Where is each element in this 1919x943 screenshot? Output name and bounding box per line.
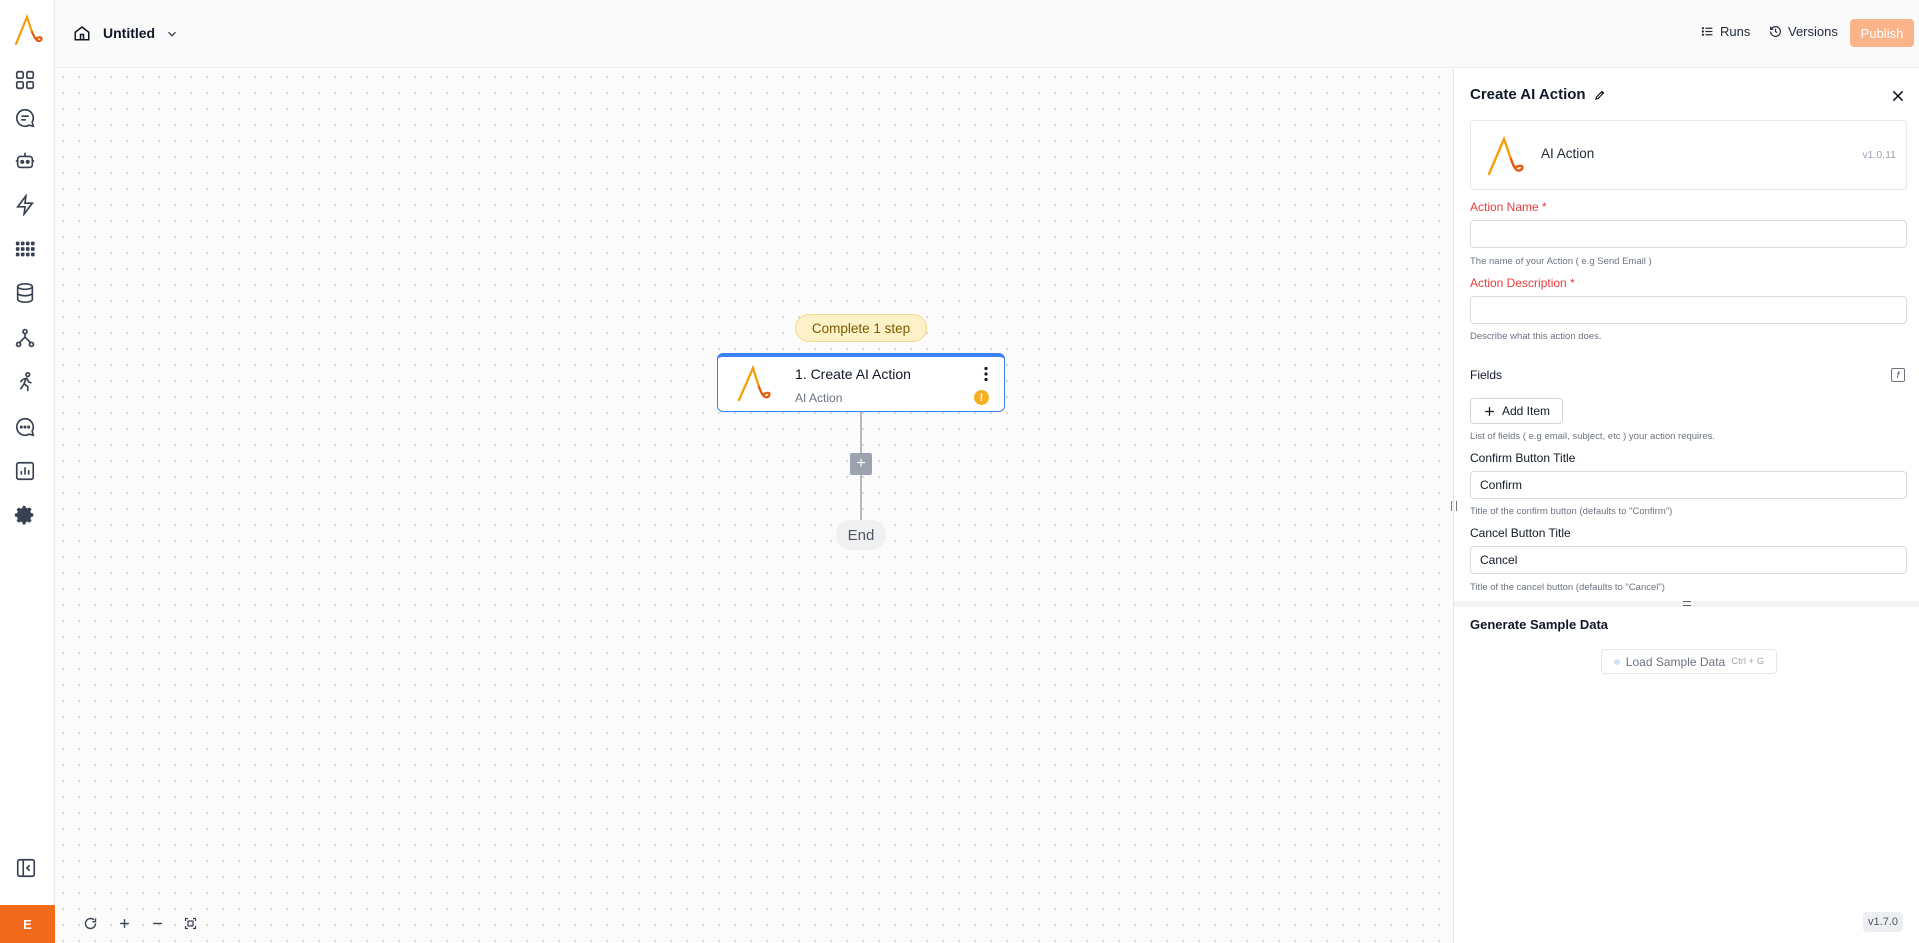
sample-data-title: Generate Sample Data <box>1470 617 1609 632</box>
versions-button[interactable]: Versions <box>1769 24 1838 39</box>
flow-icon[interactable] <box>13 326 37 350</box>
app-logo[interactable] <box>13 14 43 46</box>
piece-name: AI Action <box>1541 146 1595 161</box>
complete-steps-badge[interactable]: Complete 1 step <box>795 314 927 342</box>
piece-info-card: AI Action v1.0.11 <box>1470 120 1907 190</box>
panel-resize-handle[interactable] <box>1451 501 1457 511</box>
runs-button[interactable]: Runs <box>1701 24 1750 39</box>
fields-label: Fields <box>1470 368 1503 382</box>
step-card[interactable]: 1. Create AI Action AI Action ! <box>717 353 1005 412</box>
fields-help: List of fields ( e.g email, subject, etc… <box>1470 431 1715 442</box>
top-header: Untitled Runs Versions Publish <box>55 0 1919 68</box>
flow-canvas[interactable] <box>55 69 1453 943</box>
add-step-button[interactable]: + <box>850 453 872 475</box>
action-description-input[interactable] <box>1470 296 1907 324</box>
plus-icon <box>1485 406 1494 416</box>
load-sample-data-label: Load Sample Data <box>1625 654 1726 669</box>
connector-line <box>860 412 862 453</box>
step-subtitle: AI Action <box>795 391 843 405</box>
messages-icon[interactable] <box>13 415 37 439</box>
pencil-icon[interactable] <box>1594 89 1606 101</box>
zoom-in-icon[interactable] <box>113 912 135 934</box>
publish-button[interactable]: Publish <box>1850 19 1914 47</box>
action-name-label: Action Name * <box>1470 200 1547 214</box>
panel-title[interactable]: Create AI Action <box>1470 86 1606 103</box>
shortcut-hint: Ctrl + G <box>1731 656 1765 667</box>
runs-label: Runs <box>1720 24 1751 39</box>
list-icon <box>1701 27 1713 36</box>
add-item-label: Add Item <box>1501 404 1551 418</box>
ai-action-logo <box>737 365 771 402</box>
running-icon[interactable] <box>13 370 37 394</box>
flow-title[interactable]: Untitled <box>103 25 155 41</box>
cancel-title-help: Title of the cancel button (defaults to … <box>1470 582 1665 593</box>
left-sidebar: E <box>0 0 55 943</box>
database-icon[interactable] <box>13 281 37 305</box>
ai-action-logo <box>1487 135 1524 176</box>
zoom-out-icon[interactable] <box>146 912 168 934</box>
confirm-title-input[interactable]: Confirm <box>1470 471 1907 499</box>
versions-label: Versions <box>1788 24 1838 39</box>
action-name-input[interactable] <box>1470 220 1907 248</box>
action-name-help: The name of your Action ( e.g Send Email… <box>1470 256 1652 267</box>
end-node: End <box>836 520 886 550</box>
dashboard-icon[interactable] <box>13 68 37 92</box>
action-description-label: Action Description * <box>1470 276 1575 290</box>
sidebar-collapse-icon[interactable] <box>15 857 37 879</box>
drag-handle-icon[interactable] <box>1683 601 1691 606</box>
panel-split-divider[interactable] <box>1454 601 1919 607</box>
action-description-help: Describe what this action does. <box>1470 331 1602 342</box>
flash-icon[interactable] <box>13 193 37 217</box>
confirm-title-label: Confirm Button Title <box>1470 451 1576 465</box>
refresh-icon[interactable] <box>79 912 101 934</box>
history-icon <box>1770 26 1781 37</box>
app-version-badge: v1.7.0 <box>1863 912 1903 932</box>
home-icon[interactable] <box>73 24 91 42</box>
connector-line <box>860 475 862 520</box>
formula-toggle-icon[interactable]: f <box>1891 368 1905 382</box>
step-settings-panel: Create AI Action AI Action v1.0.11 Actio… <box>1451 69 1919 943</box>
chevron-down-icon[interactable] <box>165 27 179 41</box>
warning-icon: ! <box>974 390 989 405</box>
status-dot-icon <box>1613 658 1620 665</box>
bot-icon[interactable] <box>13 149 37 173</box>
cancel-title-label: Cancel Button Title <box>1470 526 1571 540</box>
step-title: 1. Create AI Action <box>795 366 911 382</box>
chat-icon[interactable] <box>13 106 37 130</box>
cancel-title-input[interactable]: Cancel <box>1470 546 1907 574</box>
user-avatar[interactable]: E <box>0 905 55 943</box>
add-item-button[interactable]: Add Item <box>1470 398 1563 424</box>
confirm-title-help: Title of the confirm button (defaults to… <box>1470 506 1673 517</box>
apps-grid-icon[interactable] <box>13 237 37 261</box>
load-sample-data-button[interactable]: Load Sample Data Ctrl + G <box>1601 649 1777 674</box>
analytics-icon[interactable] <box>13 459 37 483</box>
more-options-icon[interactable] <box>979 366 993 382</box>
panel-title-text: Create AI Action <box>1470 86 1586 103</box>
close-icon[interactable] <box>1890 88 1906 104</box>
settings-icon[interactable] <box>13 503 37 527</box>
fit-view-icon[interactable] <box>179 912 201 934</box>
piece-version: v1.0.11 <box>1862 149 1896 161</box>
